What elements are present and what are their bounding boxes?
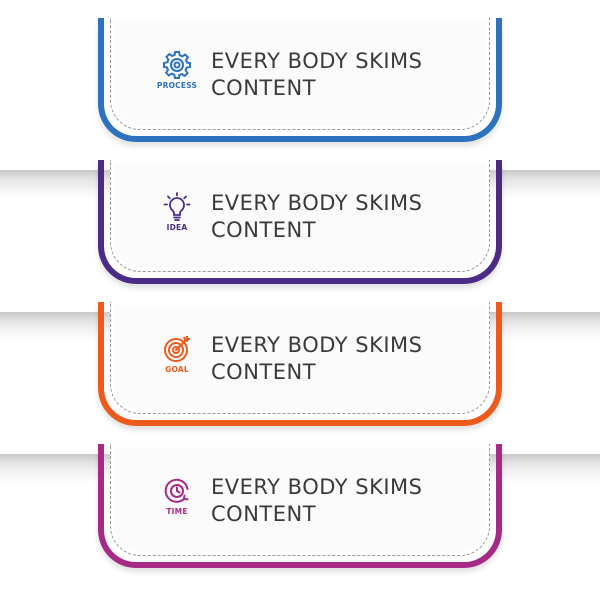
card-inner: PROCESS EVERY BODY SKIMS CONTENT [110, 18, 490, 130]
card-text: EVERY BODY SKIMS CONTENT [211, 190, 501, 244]
card-icon-process: PROCESS [155, 50, 199, 100]
card-goal: GOAL EVERY BODY SKIMS CONTENT [98, 302, 502, 426]
icon-label: PROCESS [156, 81, 198, 90]
icon-label: GOAL [165, 365, 189, 374]
target-icon [164, 336, 190, 362]
card-inner: TIME EVERY BODY SKIMS CONTENT [110, 444, 490, 556]
card-icon-time: TIME [155, 476, 199, 526]
card-text-line1: EVERY BODY SKIMS [211, 475, 423, 499]
card-idea: IDEA EVERY BODY SKIMS CONTENT [98, 160, 502, 284]
icon-label: TIME [166, 507, 188, 516]
icon-label: IDEA [166, 223, 188, 232]
card-text: EVERY BODY SKIMS CONTENT [211, 474, 501, 528]
card-text-line2: CONTENT [211, 502, 317, 526]
gear-icon [163, 51, 191, 79]
card-text: EVERY BODY SKIMS CONTENT [211, 332, 501, 386]
card-text-line1: EVERY BODY SKIMS [211, 191, 423, 215]
card-inner: GOAL EVERY BODY SKIMS CONTENT [110, 302, 490, 414]
card-time: TIME EVERY BODY SKIMS CONTENT [98, 444, 502, 568]
clock-icon [164, 478, 189, 503]
card-inner: IDEA EVERY BODY SKIMS CONTENT [110, 160, 490, 272]
card-text-line2: CONTENT [211, 360, 317, 384]
lightbulb-icon [163, 192, 191, 221]
card-text-line2: CONTENT [211, 218, 317, 242]
card-text: EVERY BODY SKIMS CONTENT [211, 48, 501, 102]
card-icon-idea: IDEA [155, 192, 199, 242]
card-text-line1: EVERY BODY SKIMS [211, 333, 423, 357]
card-process: PROCESS EVERY BODY SKIMS CONTENT [98, 18, 502, 142]
card-text-line1: EVERY BODY SKIMS [211, 49, 423, 73]
card-text-line2: CONTENT [211, 76, 317, 100]
card-icon-goal: GOAL [155, 334, 199, 384]
